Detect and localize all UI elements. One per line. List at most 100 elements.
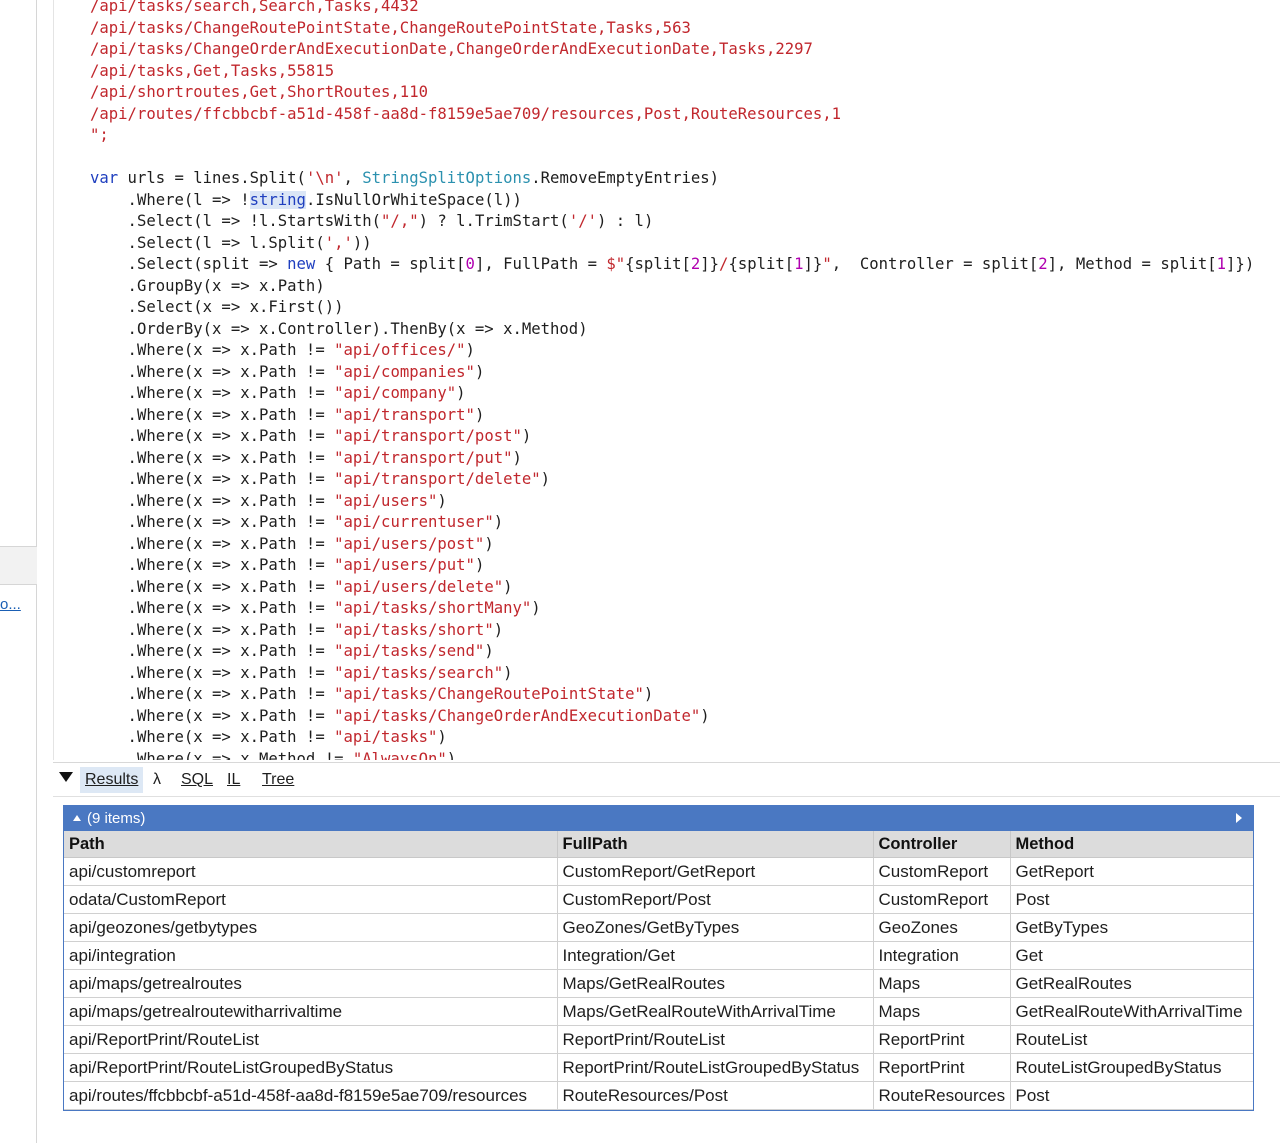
cell-path: api/ReportPrint/RouteList	[64, 1025, 558, 1054]
code-line: .Where(x => x.Method != "AlwaysOn")	[90, 749, 1254, 761]
code-token: .Where(x => x.Path !=	[90, 663, 335, 682]
code-token: string	[249, 190, 306, 209]
code-token: .Select(split =>	[90, 255, 288, 273]
column-header-controller[interactable]: Controller	[872, 831, 1011, 858]
cell-path: api/maps/getrealroutes	[64, 969, 558, 998]
cell-method: GetRealRouteWithArrivalTime	[1009, 997, 1253, 1026]
code-line: /api/routes/ffcbbcbf-a51d-458f-aa8d-f815…	[90, 104, 1254, 126]
code-line: .Where(x => x.Path != "api/tasks/shortMa…	[90, 598, 1254, 620]
output-tab-strip: Results λ SQL IL Tree	[53, 762, 1280, 797]
code-token: ','	[324, 233, 353, 252]
items-count: (9 items)	[87, 810, 146, 827]
cell-method: GetRealRoutes	[1009, 969, 1253, 998]
code-line: .Where(x => x.Path != "api/users/put")	[90, 555, 1254, 577]
column-header-method[interactable]: Method	[1009, 831, 1253, 858]
code-token: .Where(x => x.Path !=	[90, 362, 335, 381]
table-row[interactable]: api/geozones/getbytypes GeoZones/GetByTyp…	[64, 913, 1253, 942]
code-line: /api/shortroutes,Get,ShortRoutes,110	[90, 82, 1254, 104]
cell-method: Get	[1009, 941, 1253, 970]
code-token: )	[484, 534, 494, 553]
column-header-path[interactable]: Path	[64, 831, 558, 858]
cell-path: odata/CustomReport	[64, 885, 558, 914]
tab-lambda[interactable]: λ	[153, 767, 161, 793]
code-token: "api/users"	[334, 491, 438, 510]
code-token: .Where(x => x.Path !=	[90, 599, 335, 617]
table-row[interactable]: api/maps/getrealroutes Maps/GetRealRoutes…	[64, 969, 1253, 998]
code-token: )	[503, 663, 513, 682]
code-line: .Where(x => x.Path != "api/companies")	[90, 362, 1254, 384]
code-line: var urls = lines.Split('\n', StringSplit…	[90, 168, 1254, 190]
code-token: "api/users/delete"	[334, 577, 504, 596]
code-token: )	[643, 685, 654, 703]
code-token: .Where(x => x.Path !=	[90, 491, 335, 510]
table-row[interactable]: api/maps/getrealroutewitharrivaltime Maps…	[64, 997, 1253, 1026]
code-token: "api/transport/delete"	[334, 470, 541, 488]
column-header-fullpath[interactable]: FullPath	[556, 831, 874, 858]
code-token: "api/currentuser"	[334, 513, 494, 531]
code-token: "api/transport"	[334, 405, 475, 424]
code-token: .Where(x => x.Path !=	[90, 685, 335, 703]
code-line: .Select(l => l.Split(','))	[90, 233, 1254, 255]
code-editor[interactable]: /api/tasks/search,Search,Tasks,4432/api/…	[53, 0, 1280, 760]
tab-il[interactable]: IL	[227, 767, 240, 793]
code-token: )	[512, 448, 522, 467]
code-token: urls = lines.Split(	[118, 169, 306, 187]
code-token: ))	[352, 233, 372, 252]
cell-fullpath: Integration/Get	[556, 941, 874, 970]
truncated-link[interactable]: o...	[0, 596, 21, 613]
code-line: .Select(split => new { Path = split[0], …	[90, 254, 1255, 276]
code-token: , Controller = split[	[831, 255, 1039, 273]
code-line: /api/tasks/search,Search,Tasks,4432	[90, 0, 1254, 18]
code-token: .Where(x => x.Path !=	[90, 470, 335, 488]
table-row[interactable]: api/routes/ffcbbcbf-a51d-458f-aa8d-f8159…	[64, 1081, 1253, 1110]
code-token: )	[437, 491, 447, 510]
table-row[interactable]: api/customreport CustomReport/GetReport Cu…	[64, 857, 1253, 886]
code-line: .Where(x => x.Path != "api/transport/put…	[90, 448, 1254, 470]
table-row[interactable]: odata/CustomReport CustomReport/Post Custo…	[64, 885, 1253, 914]
code-token: "api/tasks/shortMany"	[334, 599, 532, 617]
cell-controller: ReportPrint	[872, 1025, 1011, 1054]
cell-fullpath: GeoZones/GetByTypes	[556, 913, 874, 942]
cell-controller: GeoZones	[872, 913, 1011, 942]
table-row[interactable]: api/ReportPrint/RouteListGroupedByStatus…	[64, 1053, 1253, 1082]
code-line: .Where(x => x.Path != "api/users")	[90, 491, 1254, 513]
tab-results[interactable]: Results	[80, 767, 144, 793]
code-token: ) : l)	[597, 212, 654, 230]
code-token: "api/tasks"	[334, 728, 438, 746]
code-line: .Where(x => x.Path != "api/tasks/short")	[90, 620, 1254, 642]
tab-sql[interactable]: SQL	[181, 767, 213, 793]
collapse-caret-icon[interactable]	[73, 815, 81, 821]
code-token: ]}	[700, 255, 720, 273]
expand-right-icon[interactable]	[1236, 813, 1242, 823]
tab-tree[interactable]: Tree	[262, 767, 294, 793]
code-line: .Where(x => x.Path != "api/tasks/search"…	[90, 663, 1254, 685]
results-panel: (9 items) Path FullPath Controller Metho…	[53, 796, 1280, 1143]
collapse-results-icon[interactable]	[59, 772, 73, 782]
code-token: )	[446, 749, 457, 761]
code-token: /api/tasks/ChangeOrderAndExecutionDate,C…	[90, 40, 813, 58]
table-row[interactable]: api/integration Integration/Get Integratio…	[64, 941, 1253, 970]
code-line: .Where(x => x.Path != "api/currentuser")	[90, 512, 1254, 534]
code-line: .Where(x => x.Path != "api/tasks/send")	[90, 641, 1254, 663]
code-line: .Where(l => !string.IsNullOrWhiteSpace(l…	[90, 190, 1254, 212]
code-line: /api/tasks/ChangeRoutePointState,ChangeR…	[90, 18, 1254, 40]
code-token: )	[521, 427, 532, 445]
code-token: .Where(x => x.Method !=	[90, 749, 353, 761]
code-line: .Where(x => x.Path != "api/offices/")	[90, 340, 1254, 362]
code-line: .Where(x => x.Path != "api/tasks/ChangeO…	[90, 706, 1254, 728]
results-header-bar[interactable]: (9 items)	[64, 806, 1253, 831]
code-token: "api/companies"	[334, 362, 475, 381]
cell-controller: ReportPrint	[872, 1053, 1011, 1082]
code-token: )	[503, 577, 513, 596]
code-token: .IsNullOrWhiteSpace(l))	[305, 190, 522, 209]
code-token: .Where(x => x.Path !=	[90, 706, 335, 725]
code-token: )	[474, 362, 485, 381]
code-line: .GroupBy(x => x.Path)	[90, 276, 1254, 298]
code-token: 0	[465, 255, 475, 273]
cell-method: Post	[1009, 1081, 1253, 1110]
code-token: "api/tasks/ChangeRoutePointState"	[334, 685, 644, 703]
cell-controller: CustomReport	[872, 857, 1011, 886]
code-token: .Select(x => x.First())	[90, 298, 344, 316]
table-row[interactable]: api/ReportPrint/RouteList ReportPrint/Rou…	[64, 1025, 1253, 1054]
